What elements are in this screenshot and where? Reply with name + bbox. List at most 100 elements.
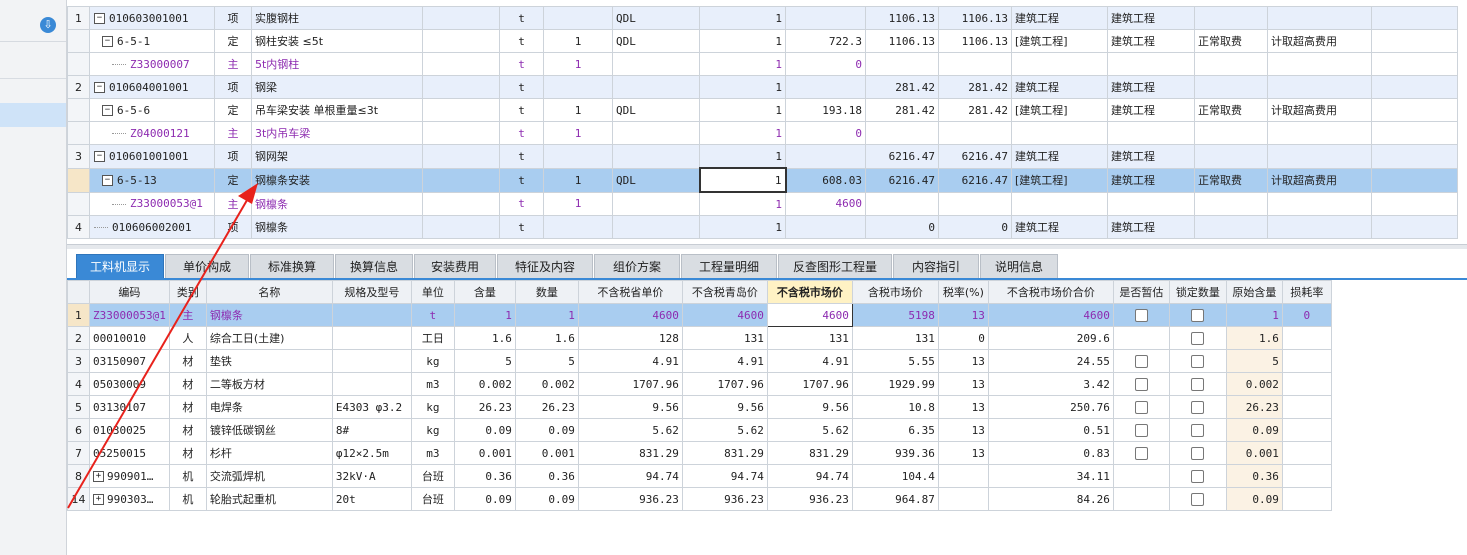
resource-code[interactable]: +990901… <box>89 464 170 488</box>
bill-row[interactable]: −6-5-13 定钢檩条安装 t 1 QDL 1 608.03 6216.47 6216.47[… <box>67 167 1458 193</box>
row-code[interactable]: Z33000053@1 <box>89 191 215 216</box>
row-category[interactable]: [建筑工程] <box>1011 167 1108 193</box>
resource-name[interactable]: 电焊条 <box>205 395 333 419</box>
row-number[interactable]: 1 <box>67 6 90 30</box>
expand-plus-icon[interactable]: + <box>93 471 104 482</box>
row-qty[interactable] <box>543 144 613 169</box>
column-header[interactable]: 损耗率 <box>1281 280 1332 304</box>
row-name[interactable]: 钢檩条 <box>251 191 423 216</box>
market-total[interactable]: 84.26 <box>987 487 1114 511</box>
row-qty[interactable]: 1 <box>543 52 613 76</box>
row-sum1[interactable]: 281.42 <box>865 98 939 122</box>
resource-quantity[interactable]: 0.002 <box>514 372 579 396</box>
resource-category[interactable]: 机 <box>168 487 207 511</box>
row-extra[interactable]: 计取超高费用 <box>1267 167 1372 193</box>
row-name[interactable]: 钢网架 <box>251 144 423 169</box>
tax-rate[interactable]: 13 <box>937 441 989 465</box>
row-category[interactable]: 建筑工程 <box>1011 144 1108 169</box>
row-unit[interactable]: t <box>499 6 544 30</box>
row-qty[interactable] <box>543 215 613 239</box>
row-type[interactable]: 项 <box>214 144 252 169</box>
resource-spec[interactable]: E4303 φ3.2 <box>331 395 412 419</box>
qingdao-price[interactable]: 831.29 <box>681 441 768 465</box>
row-blank[interactable] <box>1371 29 1458 53</box>
row-sum1[interactable]: 1106.13 <box>865 6 939 30</box>
resource-row[interactable]: 2 00010010 人综合工日(土建) 工日 1.6 1.6 128 131 131 131 0 2… <box>67 326 1332 350</box>
resource-unit[interactable]: t <box>410 303 455 327</box>
estimate-checkbox[interactable] <box>1112 349 1170 373</box>
row-name[interactable]: 钢梁 <box>251 75 423 99</box>
column-header[interactable]: 数量 <box>514 280 579 304</box>
resource-quantity[interactable]: 0.001 <box>514 441 579 465</box>
resource-category[interactable]: 机 <box>168 464 207 488</box>
row-blank[interactable] <box>422 52 500 76</box>
column-header[interactable]: 是否暂估 <box>1112 280 1170 304</box>
row-quantity[interactable]: 1 <box>699 121 786 145</box>
tax-rate[interactable]: 13 <box>937 303 989 327</box>
row-fee-mode[interactable] <box>1194 6 1268 30</box>
resource-row[interactable]: 14 +990303… 机轮胎式起重机 20t 台班 0.09 0.09 936.23 936.… <box>67 487 1332 511</box>
resource-category[interactable]: 材 <box>168 418 207 442</box>
row-number[interactable]: 4 <box>67 372 90 396</box>
market-price[interactable]: 9.56 <box>766 395 853 419</box>
row-sum1[interactable] <box>865 121 939 145</box>
market-price[interactable]: 936.23 <box>766 487 853 511</box>
resource-code[interactable]: +990303… <box>89 487 170 511</box>
estimate-checkbox[interactable] <box>1112 372 1170 396</box>
row-profession[interactable] <box>1107 121 1195 145</box>
loss-rate[interactable] <box>1281 372 1332 396</box>
row-sum2[interactable]: 6216.47 <box>938 144 1012 169</box>
resource-content[interactable]: 0.002 <box>453 372 516 396</box>
resource-content[interactable]: 0.001 <box>453 441 516 465</box>
market-total[interactable]: 250.76 <box>987 395 1114 419</box>
row-blank[interactable] <box>422 121 500 145</box>
row-unit-price[interactable]: 0 <box>785 121 866 145</box>
market-total[interactable]: 4600 <box>987 303 1114 327</box>
bill-row[interactable]: Z33000053@1 主钢檩条 t 1 1 4600 <box>67 191 1458 216</box>
column-header[interactable] <box>67 280 90 304</box>
row-sum1[interactable]: 281.42 <box>865 75 939 99</box>
resource-unit[interactable]: kg <box>410 349 455 373</box>
row-extra[interactable] <box>1267 191 1372 216</box>
column-header[interactable]: 名称 <box>205 280 333 304</box>
resource-spec[interactable]: φ12×2.5m <box>331 441 412 465</box>
estimate-checkbox-box[interactable] <box>1134 446 1148 460</box>
row-base[interactable]: QDL <box>612 167 700 193</box>
estimate-checkbox[interactable] <box>1112 303 1170 327</box>
collapse-toggle-icon[interactable]: − <box>102 105 113 116</box>
resource-category[interactable]: 材 <box>168 441 207 465</box>
lock-checkbox-box[interactable] <box>1191 469 1205 483</box>
resource-name[interactable]: 钢檩条 <box>205 303 333 327</box>
row-blank[interactable] <box>1371 191 1458 216</box>
row-fee-mode[interactable] <box>1194 121 1268 145</box>
resource-unit[interactable]: kg <box>410 418 455 442</box>
row-quantity[interactable]: 1 <box>698 167 787 193</box>
lock-checkbox[interactable] <box>1168 487 1227 511</box>
bill-row[interactable]: Z04000121 主 3t内吊车梁 t 1 1 0 <box>67 121 1458 145</box>
row-code[interactable]: −010604001001 <box>89 75 215 99</box>
collapse-toggle-icon[interactable]: − <box>94 82 105 93</box>
row-category[interactable] <box>1011 191 1108 216</box>
qingdao-price[interactable]: 1707.96 <box>681 372 768 396</box>
row-profession[interactable]: 建筑工程 <box>1107 29 1195 53</box>
qingdao-price[interactable]: 94.74 <box>681 464 768 488</box>
row-code[interactable]: −6-5-1 <box>89 29 215 53</box>
resource-content[interactable]: 26.23 <box>453 395 516 419</box>
row-fee-mode[interactable] <box>1194 75 1268 99</box>
market-price[interactable]: 4600 <box>766 303 853 327</box>
row-extra[interactable] <box>1267 121 1372 145</box>
row-number[interactable]: 4 <box>67 215 90 239</box>
row-number[interactable] <box>67 191 90 216</box>
row-number[interactable]: 8 <box>67 464 90 488</box>
tab-8[interactable]: 反查图形工程量 <box>778 254 892 279</box>
row-unit[interactable]: t <box>499 167 544 193</box>
row-extra[interactable] <box>1267 75 1372 99</box>
row-quantity[interactable]: 1 <box>699 98 786 122</box>
row-unit[interactable]: t <box>499 144 544 169</box>
row-sum2[interactable]: 1106.13 <box>938 29 1012 53</box>
row-extra[interactable] <box>1267 215 1372 239</box>
estimate-checkbox-box[interactable] <box>1134 377 1148 391</box>
resource-spec[interactable] <box>331 349 412 373</box>
row-type[interactable]: 定 <box>214 167 252 193</box>
row-unit[interactable]: t <box>499 52 544 76</box>
